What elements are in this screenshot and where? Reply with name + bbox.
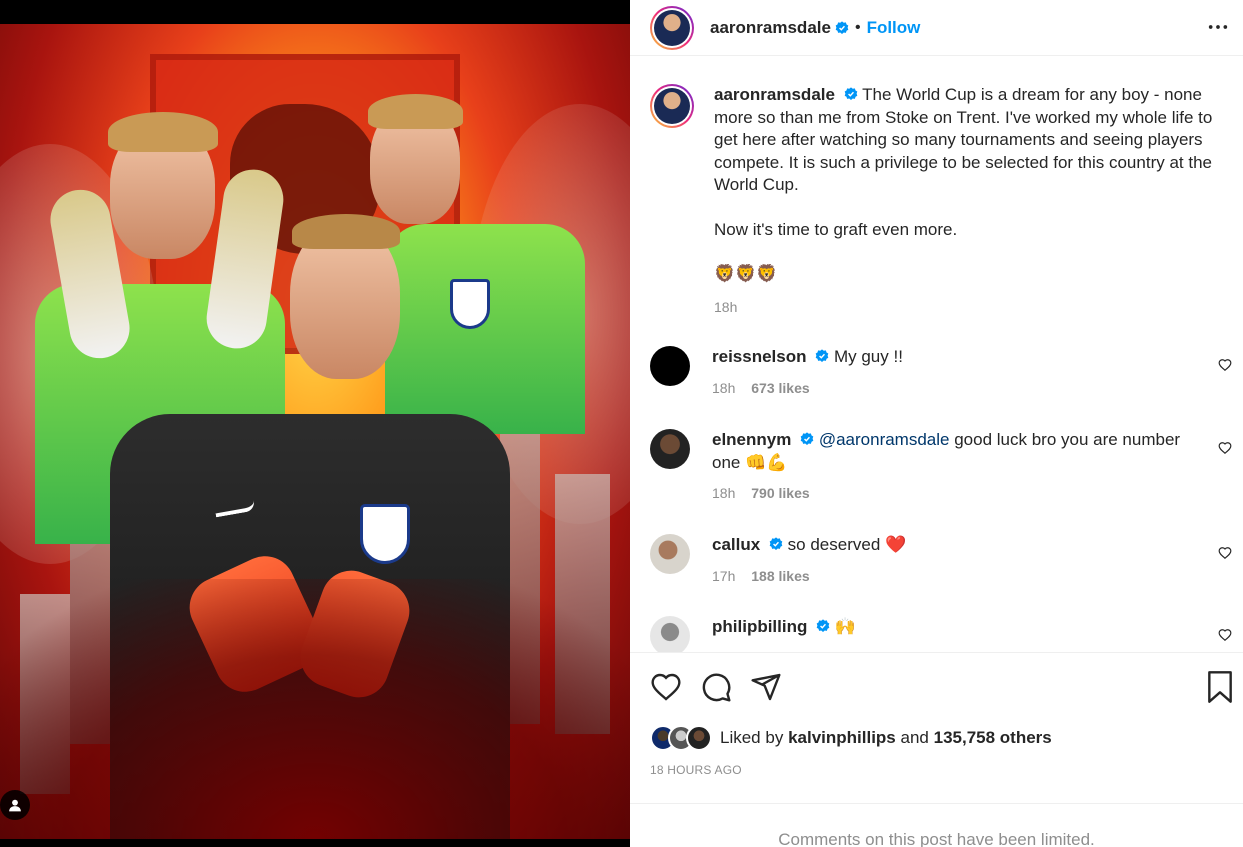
comment-time[interactable]: 18h <box>712 380 735 396</box>
verified-badge-icon <box>769 537 783 550</box>
follow-button[interactable]: Follow <box>867 18 921 38</box>
commenter-username[interactable]: reissnelson <box>712 347 807 366</box>
comment-bubble-icon[interactable] <box>700 671 732 703</box>
author-avatar[interactable] <box>650 84 694 128</box>
verified-badge-icon <box>816 619 830 632</box>
comments-limited-notice: Comments on this post have been limited. <box>630 803 1243 847</box>
comment-text: My guy !! <box>833 347 903 366</box>
liked-by-prefix: Liked by <box>720 728 784 747</box>
post-header: aaronramsdale • Follow <box>630 0 1243 56</box>
like-comment-heart-icon[interactable] <box>1218 546 1232 560</box>
comments-list[interactable]: aaronramsdale The World Cup is a dream f… <box>630 66 1243 652</box>
verified-badge-icon <box>800 432 814 445</box>
more-options-icon[interactable] <box>1207 16 1229 38</box>
caption-timestamp[interactable]: 18h <box>714 296 1214 319</box>
liked-by-user[interactable]: kalvinphillips <box>788 728 896 747</box>
liked-by-and: and <box>900 728 929 747</box>
separator-dot: • <box>854 18 861 36</box>
verified-badge-icon <box>844 87 857 100</box>
comment-time[interactable]: 17h <box>712 568 735 584</box>
author-username[interactable]: aaronramsdale <box>710 18 831 38</box>
commenter-username[interactable]: callux <box>712 535 760 554</box>
liker-avatar <box>686 725 712 751</box>
verified-badge-icon <box>835 20 849 34</box>
comment-likes[interactable]: 673 likes <box>751 380 809 396</box>
post-details-panel: aaronramsdale • Follow aaronramsdale The… <box>630 0 1243 847</box>
comment-mention-link[interactable]: @aaronramsdale <box>819 430 950 449</box>
comment-likes[interactable]: 790 likes <box>751 485 809 501</box>
like-comment-heart-icon[interactable] <box>1218 358 1232 372</box>
post-timestamp[interactable]: 18 HOURS AGO <box>650 763 742 777</box>
post-caption: aaronramsdale The World Cup is a dream f… <box>650 84 1230 318</box>
commenter-username[interactable]: elnennym <box>712 430 791 449</box>
liked-by-others[interactable]: 135,758 others <box>934 728 1052 747</box>
comment-item: elnennym @aaronramsdale good luck bro yo… <box>650 429 1240 505</box>
comment-time[interactable]: 18h <box>712 485 735 501</box>
like-heart-icon[interactable] <box>650 671 682 703</box>
verified-badge-icon <box>815 349 829 362</box>
like-comment-heart-icon[interactable] <box>1218 441 1232 455</box>
post-image[interactable] <box>0 0 630 847</box>
tagged-users-button[interactable] <box>0 790 30 820</box>
comment-text: so deserved ❤️ <box>787 535 907 554</box>
like-comment-heart-icon[interactable] <box>1218 628 1232 642</box>
commenter-avatar[interactable] <box>650 534 690 574</box>
commenter-avatar[interactable] <box>650 616 690 652</box>
commenter-username[interactable]: philipbilling <box>712 617 807 636</box>
post-photo-artwork <box>0 24 630 839</box>
liked-by-summary[interactable]: Liked by kalvinphillips and 135,758 othe… <box>650 725 1052 751</box>
comment-text: 🙌 <box>834 617 857 636</box>
commenter-avatar[interactable] <box>650 429 690 469</box>
post-actions: Liked by kalvinphillips and 135,758 othe… <box>630 652 1243 803</box>
comment-item: philipbilling 🙌 <box>650 616 1240 652</box>
commenter-avatar[interactable] <box>650 346 690 386</box>
comment-item: callux so deserved ❤️ 17h 188 likes <box>650 534 1240 587</box>
author-avatar[interactable] <box>650 5 694 50</box>
caption-text-second: Now it's time to graft even more. <box>714 219 958 239</box>
caption-username[interactable]: aaronramsdale <box>714 85 835 104</box>
comment-item: reissnelson My guy !! 18h 673 likes <box>650 346 1240 399</box>
person-icon <box>9 799 21 812</box>
save-bookmark-icon[interactable] <box>1206 671 1234 703</box>
share-send-icon[interactable] <box>750 671 782 703</box>
comment-likes[interactable]: 188 likes <box>751 568 809 584</box>
caption-emojis: 🦁🦁🦁 <box>714 264 778 283</box>
